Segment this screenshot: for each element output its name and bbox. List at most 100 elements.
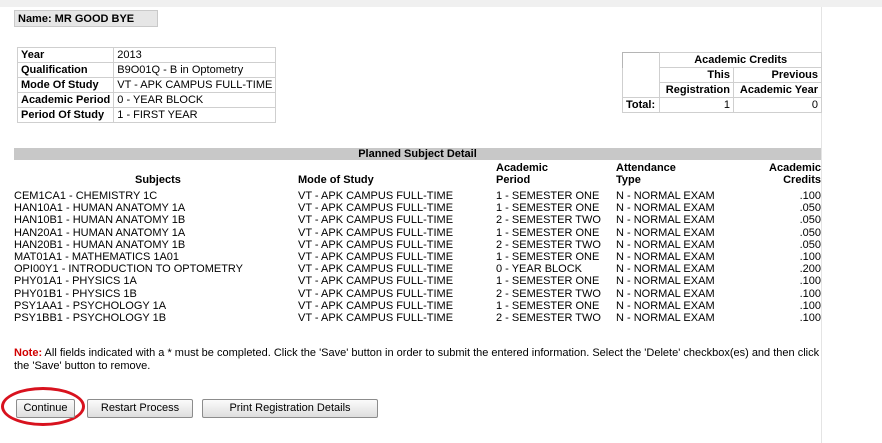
attendance-cell: N - NORMAL EXAM	[616, 299, 715, 312]
attendance-cell: N - NORMAL EXAM	[616, 275, 715, 288]
period-cell: 2 - SEMESTER TWO	[496, 238, 601, 251]
credits-previous-header-1: Previous	[732, 67, 823, 83]
info-label: Mode Of Study	[16, 77, 115, 93]
table-row: HAN20B1 - HUMAN ANATOMY 1B VT - APK CAMPU…	[14, 239, 821, 251]
period-cell: 2 - SEMESTER TWO	[496, 214, 601, 227]
mode-cell: VT - APK CAMPUS FULL-TIME	[298, 299, 454, 312]
right-pane	[822, 7, 882, 443]
mode-cell: VT - APK CAMPUS FULL-TIME	[298, 214, 454, 227]
credits-cell: .200	[799, 263, 821, 276]
table-row: PHY01A1 - PHYSICS 1A VT - APK CAMPUS FULL…	[14, 275, 821, 287]
mode-cell: VT - APK CAMPUS FULL-TIME	[298, 311, 454, 324]
col-header-mode: Mode of Study	[298, 174, 374, 186]
info-value: 0 - YEAR BLOCK	[113, 92, 277, 108]
credits-previous-header-2: Academic Year	[732, 82, 823, 98]
subject-cell: CEM1CA1 - CHEMISTRY 1C	[14, 190, 158, 202]
col-header-attendance-2: Type	[616, 174, 641, 186]
table-row: PSY1AA1 - PSYCHOLOGY 1A VT - APK CAMPUS F…	[14, 300, 821, 312]
attendance-cell: N - NORMAL EXAM	[616, 287, 715, 300]
subject-cell: PSY1AA1 - PSYCHOLOGY 1A	[14, 299, 167, 312]
attendance-cell: N - NORMAL EXAM	[616, 226, 715, 239]
info-row-mode: Mode Of Study VT - APK CAMPUS FULL-TIME	[16, 77, 277, 93]
credits-cell: .100	[799, 250, 821, 263]
table-row: OPI00Y1 - INTRODUCTION TO OPTOMETRY VT - …	[14, 263, 821, 275]
attendance-cell: N - NORMAL EXAM	[616, 263, 715, 276]
col-header-subjects: Subjects	[135, 174, 181, 186]
credits-cell: .050	[799, 238, 821, 251]
period-cell: 1 - SEMESTER ONE	[496, 250, 600, 263]
subject-cell: PHY01A1 - PHYSICS 1A	[14, 275, 137, 288]
mode-cell: VT - APK CAMPUS FULL-TIME	[298, 238, 454, 251]
print-registration-button[interactable]: Print Registration Details	[202, 399, 378, 418]
mode-cell: VT - APK CAMPUS FULL-TIME	[298, 250, 454, 263]
subject-cell: HAN10A1 - HUMAN ANATOMY 1A	[14, 202, 186, 215]
table-row: HAN10A1 - HUMAN ANATOMY 1A VT - APK CAMPU…	[14, 202, 821, 214]
col-header-credits-1: Academic	[769, 162, 821, 174]
credits-total-previous: 0	[732, 97, 823, 113]
period-cell: 1 - SEMESTER ONE	[496, 299, 600, 312]
attendance-cell: N - NORMAL EXAM	[616, 202, 715, 215]
mode-cell: VT - APK CAMPUS FULL-TIME	[298, 275, 454, 288]
info-value: 2013	[113, 47, 277, 63]
mode-cell: VT - APK CAMPUS FULL-TIME	[298, 287, 454, 300]
planned-subject-title: Planned Subject Detail	[14, 148, 821, 160]
subject-cell: MAT01A1 - MATHEMATICS 1A01	[14, 250, 180, 263]
period-cell: 2 - SEMESTER TWO	[496, 287, 601, 300]
subject-cell: HAN10B1 - HUMAN ANATOMY 1B	[14, 214, 186, 227]
info-value: B9O01Q - B in Optometry	[113, 62, 277, 78]
credits-cell: .100	[799, 311, 821, 324]
credits-total-label: Total:	[621, 97, 661, 113]
col-header-period-1: Academic	[496, 162, 548, 174]
attendance-cell: N - NORMAL EXAM	[616, 250, 715, 263]
mode-cell: VT - APK CAMPUS FULL-TIME	[298, 202, 454, 215]
top-bar	[0, 0, 882, 7]
subject-cell: HAN20B1 - HUMAN ANATOMY 1B	[14, 238, 186, 251]
table-row: CEM1CA1 - CHEMISTRY 1C VT - APK CAMPUS FU…	[14, 190, 821, 202]
table-row: HAN20A1 - HUMAN ANATOMY 1A VT - APK CAMPU…	[14, 227, 821, 239]
credits-cell: .050	[799, 226, 821, 239]
mode-cell: VT - APK CAMPUS FULL-TIME	[298, 226, 454, 239]
subject-cell: OPI00Y1 - INTRODUCTION TO OPTOMETRY	[14, 263, 244, 276]
mode-cell: VT - APK CAMPUS FULL-TIME	[298, 263, 454, 276]
note-prefix: Note:	[14, 347, 43, 359]
period-cell: 1 - SEMESTER ONE	[496, 275, 600, 288]
mode-cell: VT - APK CAMPUS FULL-TIME	[298, 190, 454, 202]
student-info-table: Year 2013 Qualification B9O01Q - B in Op…	[16, 47, 277, 123]
credits-cell: .050	[799, 214, 821, 227]
info-value: 1 - FIRST YEAR	[113, 107, 277, 123]
col-header-credits-2: Credits	[783, 174, 821, 186]
period-cell: 1 - SEMESTER ONE	[496, 226, 600, 239]
attendance-cell: N - NORMAL EXAM	[616, 190, 715, 202]
table-row: HAN10B1 - HUMAN ANATOMY 1B VT - APK CAMPU…	[14, 214, 821, 226]
continue-button[interactable]: Continue	[16, 399, 75, 418]
col-header-attendance-1: Attendance	[616, 162, 676, 174]
period-cell: 2 - SEMESTER TWO	[496, 311, 601, 324]
attendance-cell: N - NORMAL EXAM	[616, 214, 715, 227]
info-label: Period Of Study	[16, 107, 115, 123]
credits-this-header-1: This	[659, 67, 734, 83]
credits-cell: .100	[799, 275, 821, 288]
info-label: Academic Period	[16, 92, 115, 108]
info-label: Qualification	[16, 62, 115, 78]
period-cell: 0 - YEAR BLOCK	[496, 263, 582, 276]
info-row-period-of-study: Period Of Study 1 - FIRST YEAR	[16, 107, 277, 123]
attendance-cell: N - NORMAL EXAM	[616, 311, 715, 324]
planned-subject-rows: CEM1CA1 - CHEMISTRY 1C VT - APK CAMPUS FU…	[14, 190, 821, 324]
subject-cell: HAN20A1 - HUMAN ANATOMY 1A	[14, 226, 186, 239]
credits-cell: .050	[799, 202, 821, 215]
table-row: PHY01B1 - PHYSICS 1B VT - APK CAMPUS FULL…	[14, 288, 821, 300]
credits-this-header-2: Registration	[659, 82, 734, 98]
attendance-cell: N - NORMAL EXAM	[616, 238, 715, 251]
student-name-label: Name: MR GOOD BYE	[14, 10, 158, 27]
credits-title: Academic Credits	[659, 52, 822, 68]
table-row: PSY1BB1 - PSYCHOLOGY 1B VT - APK CAMPUS F…	[14, 312, 821, 324]
credits-total-this: 1	[659, 97, 734, 113]
restart-process-button[interactable]: Restart Process	[87, 399, 193, 418]
info-row-academic-period: Academic Period 0 - YEAR BLOCK	[16, 92, 277, 108]
note-text: All fields indicated with a * must be co…	[14, 347, 820, 372]
info-value: VT - APK CAMPUS FULL-TIME	[113, 77, 277, 93]
info-row-qualification: Qualification B9O01Q - B in Optometry	[16, 62, 277, 78]
credits-cell: .100	[799, 287, 821, 300]
credits-cell: .100	[799, 299, 821, 312]
subject-cell: PHY01B1 - PHYSICS 1B	[14, 287, 137, 300]
